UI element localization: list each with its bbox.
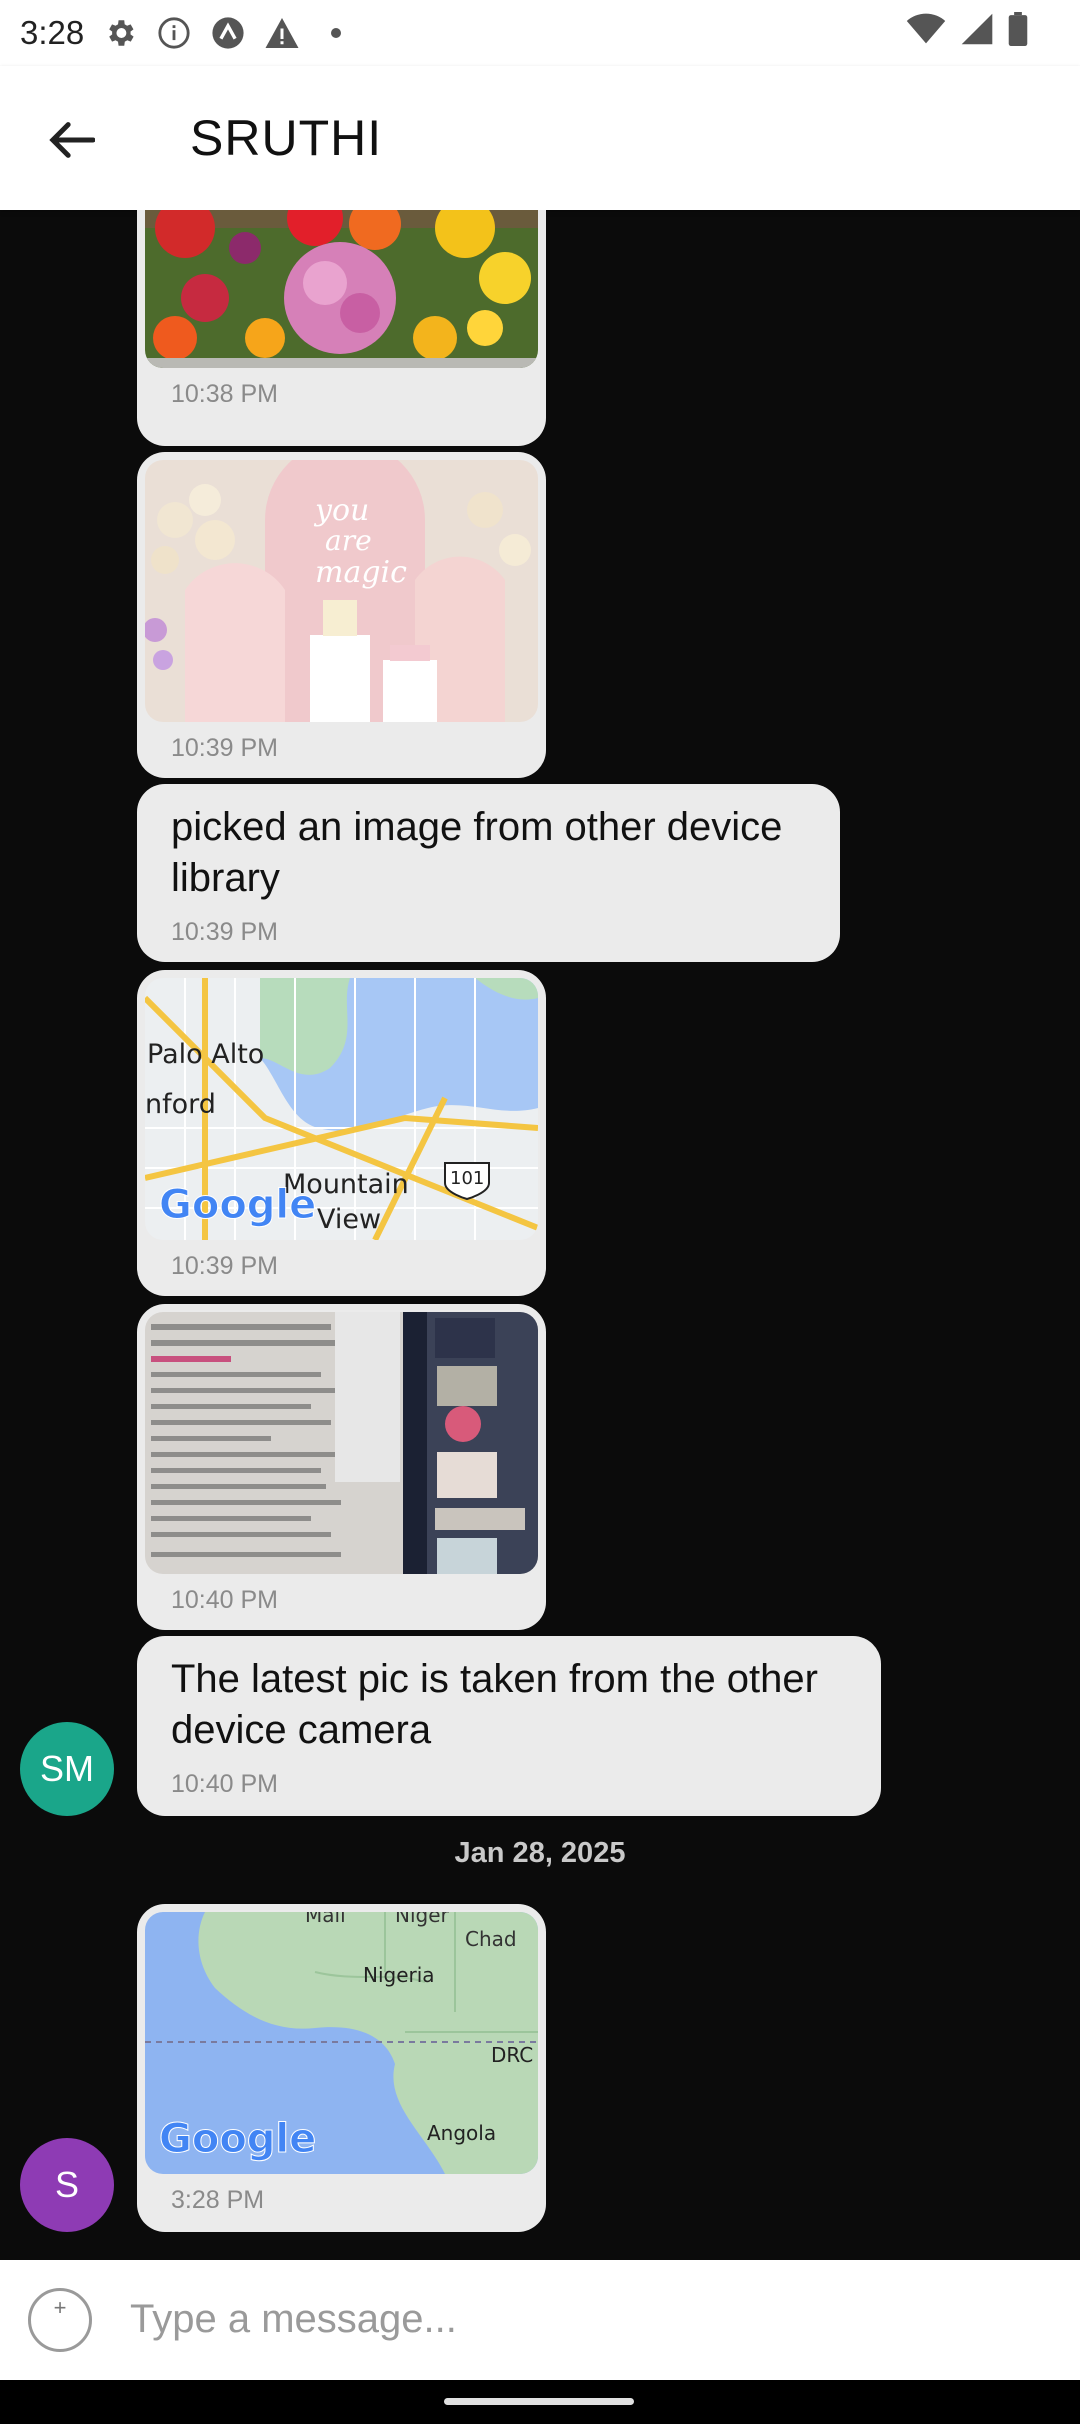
message-time: 10:39 PM — [171, 1252, 279, 1280]
message-time: 10:39 PM — [171, 734, 279, 762]
message-text: The latest pic is taken from the other d… — [171, 1657, 818, 1752]
status-time: 3:28 — [20, 14, 85, 51]
avatar-s[interactable]: S — [20, 2138, 114, 2232]
info-icon — [156, 15, 192, 51]
date-separator: Jan 28, 2025 — [454, 1837, 626, 1869]
svg-text:you: you — [313, 493, 369, 528]
message-photo-screenshot[interactable] — [145, 1312, 538, 1574]
google-logo: Google — [159, 2116, 316, 2162]
message-time: 10:40 PM — [171, 1770, 279, 1798]
text-message[interactable]: The latest pic is taken from the other d… — [137, 1636, 881, 1816]
avatar-initials: SM — [40, 1748, 94, 1789]
system-nav-bar — [0, 2380, 1080, 2424]
message-map-palo-alto[interactable]: Palo Alto nford Mountain View 101 Google — [145, 978, 538, 1240]
conversation-title: SRUTHI — [190, 110, 383, 166]
map-label: DRC — [491, 2043, 533, 2067]
message-input[interactable] — [128, 2286, 1032, 2352]
back-button[interactable] — [40, 108, 104, 172]
battery-icon — [1008, 12, 1028, 51]
map-label: nford — [145, 1089, 216, 1120]
map-label: Mali — [305, 1912, 346, 1927]
image-message[interactable]: 10:40 PM — [137, 1304, 546, 1630]
message-photo-party-decor[interactable]: you are magic — [145, 460, 538, 722]
message-list[interactable]: 10:38 PM you are magic 10:39 PM picked a… — [0, 210, 1080, 2260]
message-map-africa[interactable]: Mali Niger Chad Nigeria DRC Angola Googl… — [145, 1912, 538, 2174]
map-label: Chad — [465, 1927, 517, 1951]
text-message[interactable]: picked an image from other device librar… — [137, 784, 840, 962]
plus-icon: + — [53, 2295, 67, 2320]
warning-icon — [264, 15, 300, 51]
image-message[interactable]: Mali Niger Chad Nigeria DRC Angola Googl… — [137, 1904, 546, 2232]
avatar-sm[interactable]: SM — [20, 1722, 114, 1816]
avatar-initials: S — [54, 2164, 79, 2205]
map-label: Nigeria — [363, 1963, 435, 1987]
status-bar: 3:28 — [0, 0, 1080, 66]
image-message[interactable]: 10:38 PM — [137, 210, 546, 446]
wifi-icon — [906, 13, 946, 50]
map-label: Niger — [395, 1912, 450, 1927]
app-notification-icon — [210, 15, 246, 51]
add-attachment-button[interactable]: + — [28, 2288, 92, 2352]
message-time: 10:38 PM — [171, 380, 279, 408]
cell-signal-icon — [960, 12, 994, 51]
image-message[interactable]: you are magic 10:39 PM — [137, 452, 546, 778]
settings-gear-icon — [102, 15, 138, 51]
svg-text:are: are — [325, 524, 372, 557]
map-label: 101 — [450, 1168, 484, 1189]
map-label: View — [317, 1204, 381, 1235]
message-photo-flowers[interactable] — [145, 210, 538, 368]
message-time: 3:28 PM — [171, 2186, 265, 2214]
map-label: Angola — [427, 2121, 496, 2145]
google-logo: Google — [159, 1182, 316, 1228]
message-time: 10:40 PM — [171, 1586, 279, 1614]
arrow-left-icon — [49, 122, 95, 158]
image-message[interactable]: Palo Alto nford Mountain View 101 Google… — [137, 970, 546, 1296]
message-text: picked an image from other device librar… — [171, 805, 783, 900]
app-bar: SRUTHI — [0, 66, 1080, 210]
composer-bar: + — [0, 2260, 1080, 2380]
map-label: Palo Alto — [147, 1039, 264, 1070]
svg-text:magic: magic — [315, 555, 407, 590]
home-gesture-handle[interactable] — [444, 2398, 634, 2405]
more-notifications-dot-icon — [318, 15, 354, 51]
message-time: 10:39 PM — [171, 918, 279, 946]
